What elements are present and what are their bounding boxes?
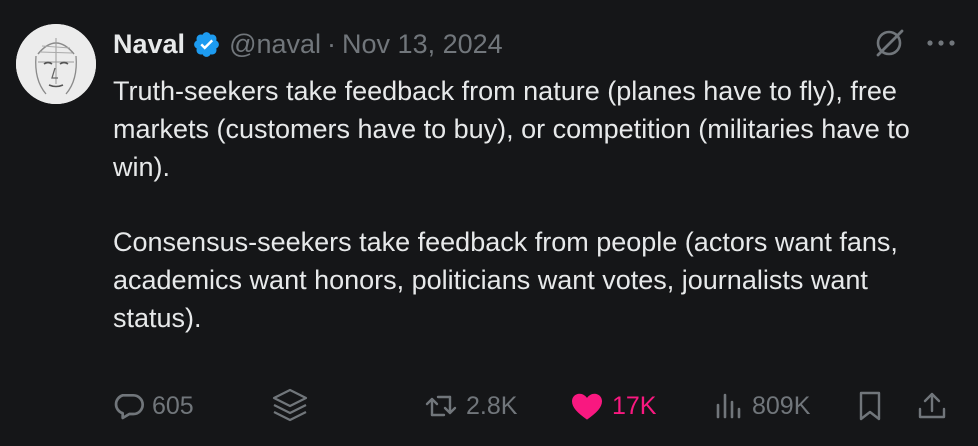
- share-button[interactable]: [916, 386, 948, 426]
- retweet-icon: [424, 391, 458, 421]
- retweet-count: 2.8K: [466, 391, 518, 420]
- tweet-header: Naval @naval · Nov 13, 2024: [113, 26, 503, 62]
- verified-badge-icon: [192, 30, 221, 59]
- bookmark-icon: [856, 389, 884, 423]
- views-icon: [714, 391, 744, 421]
- more-icon[interactable]: [926, 38, 956, 48]
- layers-button[interactable]: [268, 386, 312, 426]
- heart-icon: [570, 391, 604, 421]
- tweet: Naval @naval · Nov 13, 2024 Truth-seeker…: [0, 0, 978, 446]
- bookmark-button[interactable]: [856, 386, 884, 426]
- views-button[interactable]: 809K: [714, 386, 810, 426]
- tweet-paragraph-2: Consensus-seekers take feedback from peo…: [113, 227, 898, 333]
- avatar[interactable]: [16, 24, 96, 104]
- reply-button[interactable]: 605: [112, 386, 194, 426]
- reply-count: 605: [152, 391, 194, 420]
- author-handle[interactable]: @naval: [229, 29, 321, 60]
- views-count: 809K: [752, 391, 811, 420]
- share-icon: [916, 389, 948, 423]
- layers-icon: [268, 386, 312, 426]
- tweet-text: Truth-seekers take feedback from nature …: [113, 72, 963, 337]
- top-actions: [872, 26, 956, 60]
- retweet-button[interactable]: 2.8K: [424, 386, 517, 426]
- like-button[interactable]: 17K: [570, 386, 656, 426]
- like-count: 17K: [612, 391, 657, 420]
- tweet-paragraph-1: Truth-seekers take feedback from nature …: [113, 76, 910, 182]
- grok-icon[interactable]: [872, 26, 906, 60]
- reply-icon: [112, 390, 144, 422]
- separator-dot: ·: [327, 28, 337, 59]
- avatar-sketch: [16, 24, 96, 104]
- action-bar: 605 2.8K 17K 809K: [112, 386, 958, 426]
- tweet-date[interactable]: Nov 13, 2024: [342, 29, 503, 60]
- author-name[interactable]: Naval: [113, 29, 185, 60]
